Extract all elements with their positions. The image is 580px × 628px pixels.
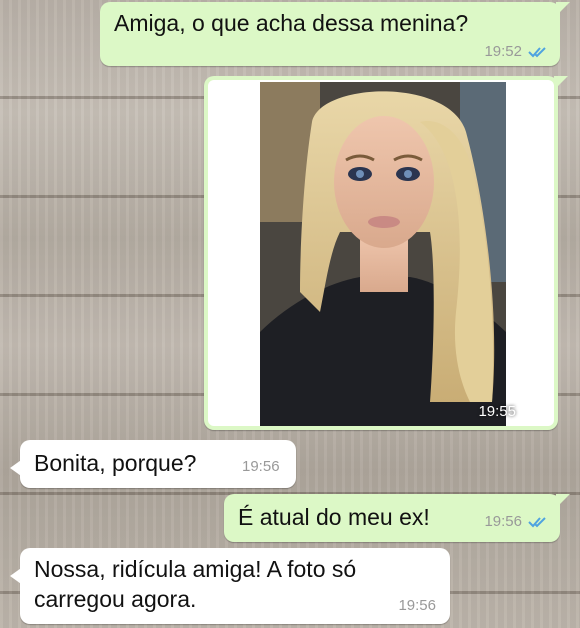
outgoing-message[interactable]: É atual do meu ex! 19:56 xyxy=(224,494,570,542)
outgoing-message[interactable]: Amiga, o que acha dessa menina? 19:52 xyxy=(100,2,570,66)
message-time: 19:56 xyxy=(398,597,436,614)
message-line: Nossa, ridícula amiga! A foto só xyxy=(34,556,357,582)
message-meta: 19:52 xyxy=(484,43,548,60)
incoming-message[interactable]: Bonita, porque? 19:56 xyxy=(10,440,296,488)
message-time: 19:52 xyxy=(484,43,522,60)
message-meta: 19:55 xyxy=(478,403,542,420)
read-ticks-icon xyxy=(528,516,548,528)
image-frame xyxy=(208,80,554,426)
message-text: É atual do meu ex! xyxy=(238,504,430,530)
message-text: Nossa, ridícula amiga! A foto só carrego… xyxy=(34,554,434,614)
delivered-ticks-icon xyxy=(522,406,542,418)
outgoing-image-message[interactable]: 19:55 xyxy=(204,76,568,430)
message-text: Bonita, porque? xyxy=(34,450,197,476)
woman-photo[interactable] xyxy=(260,82,506,426)
message-time: 19:56 xyxy=(484,513,522,530)
message-time: 19:55 xyxy=(478,403,516,420)
message-meta: 19:56 xyxy=(484,513,548,530)
message-text: Amiga, o que acha dessa menina? xyxy=(114,10,469,36)
incoming-message[interactable]: Nossa, ridícula amiga! A foto só carrego… xyxy=(10,548,450,624)
message-line: carregou agora. xyxy=(34,586,197,612)
portrait-illustration xyxy=(260,82,506,426)
message-time: 19:56 xyxy=(242,458,280,475)
read-ticks-icon xyxy=(528,46,548,58)
